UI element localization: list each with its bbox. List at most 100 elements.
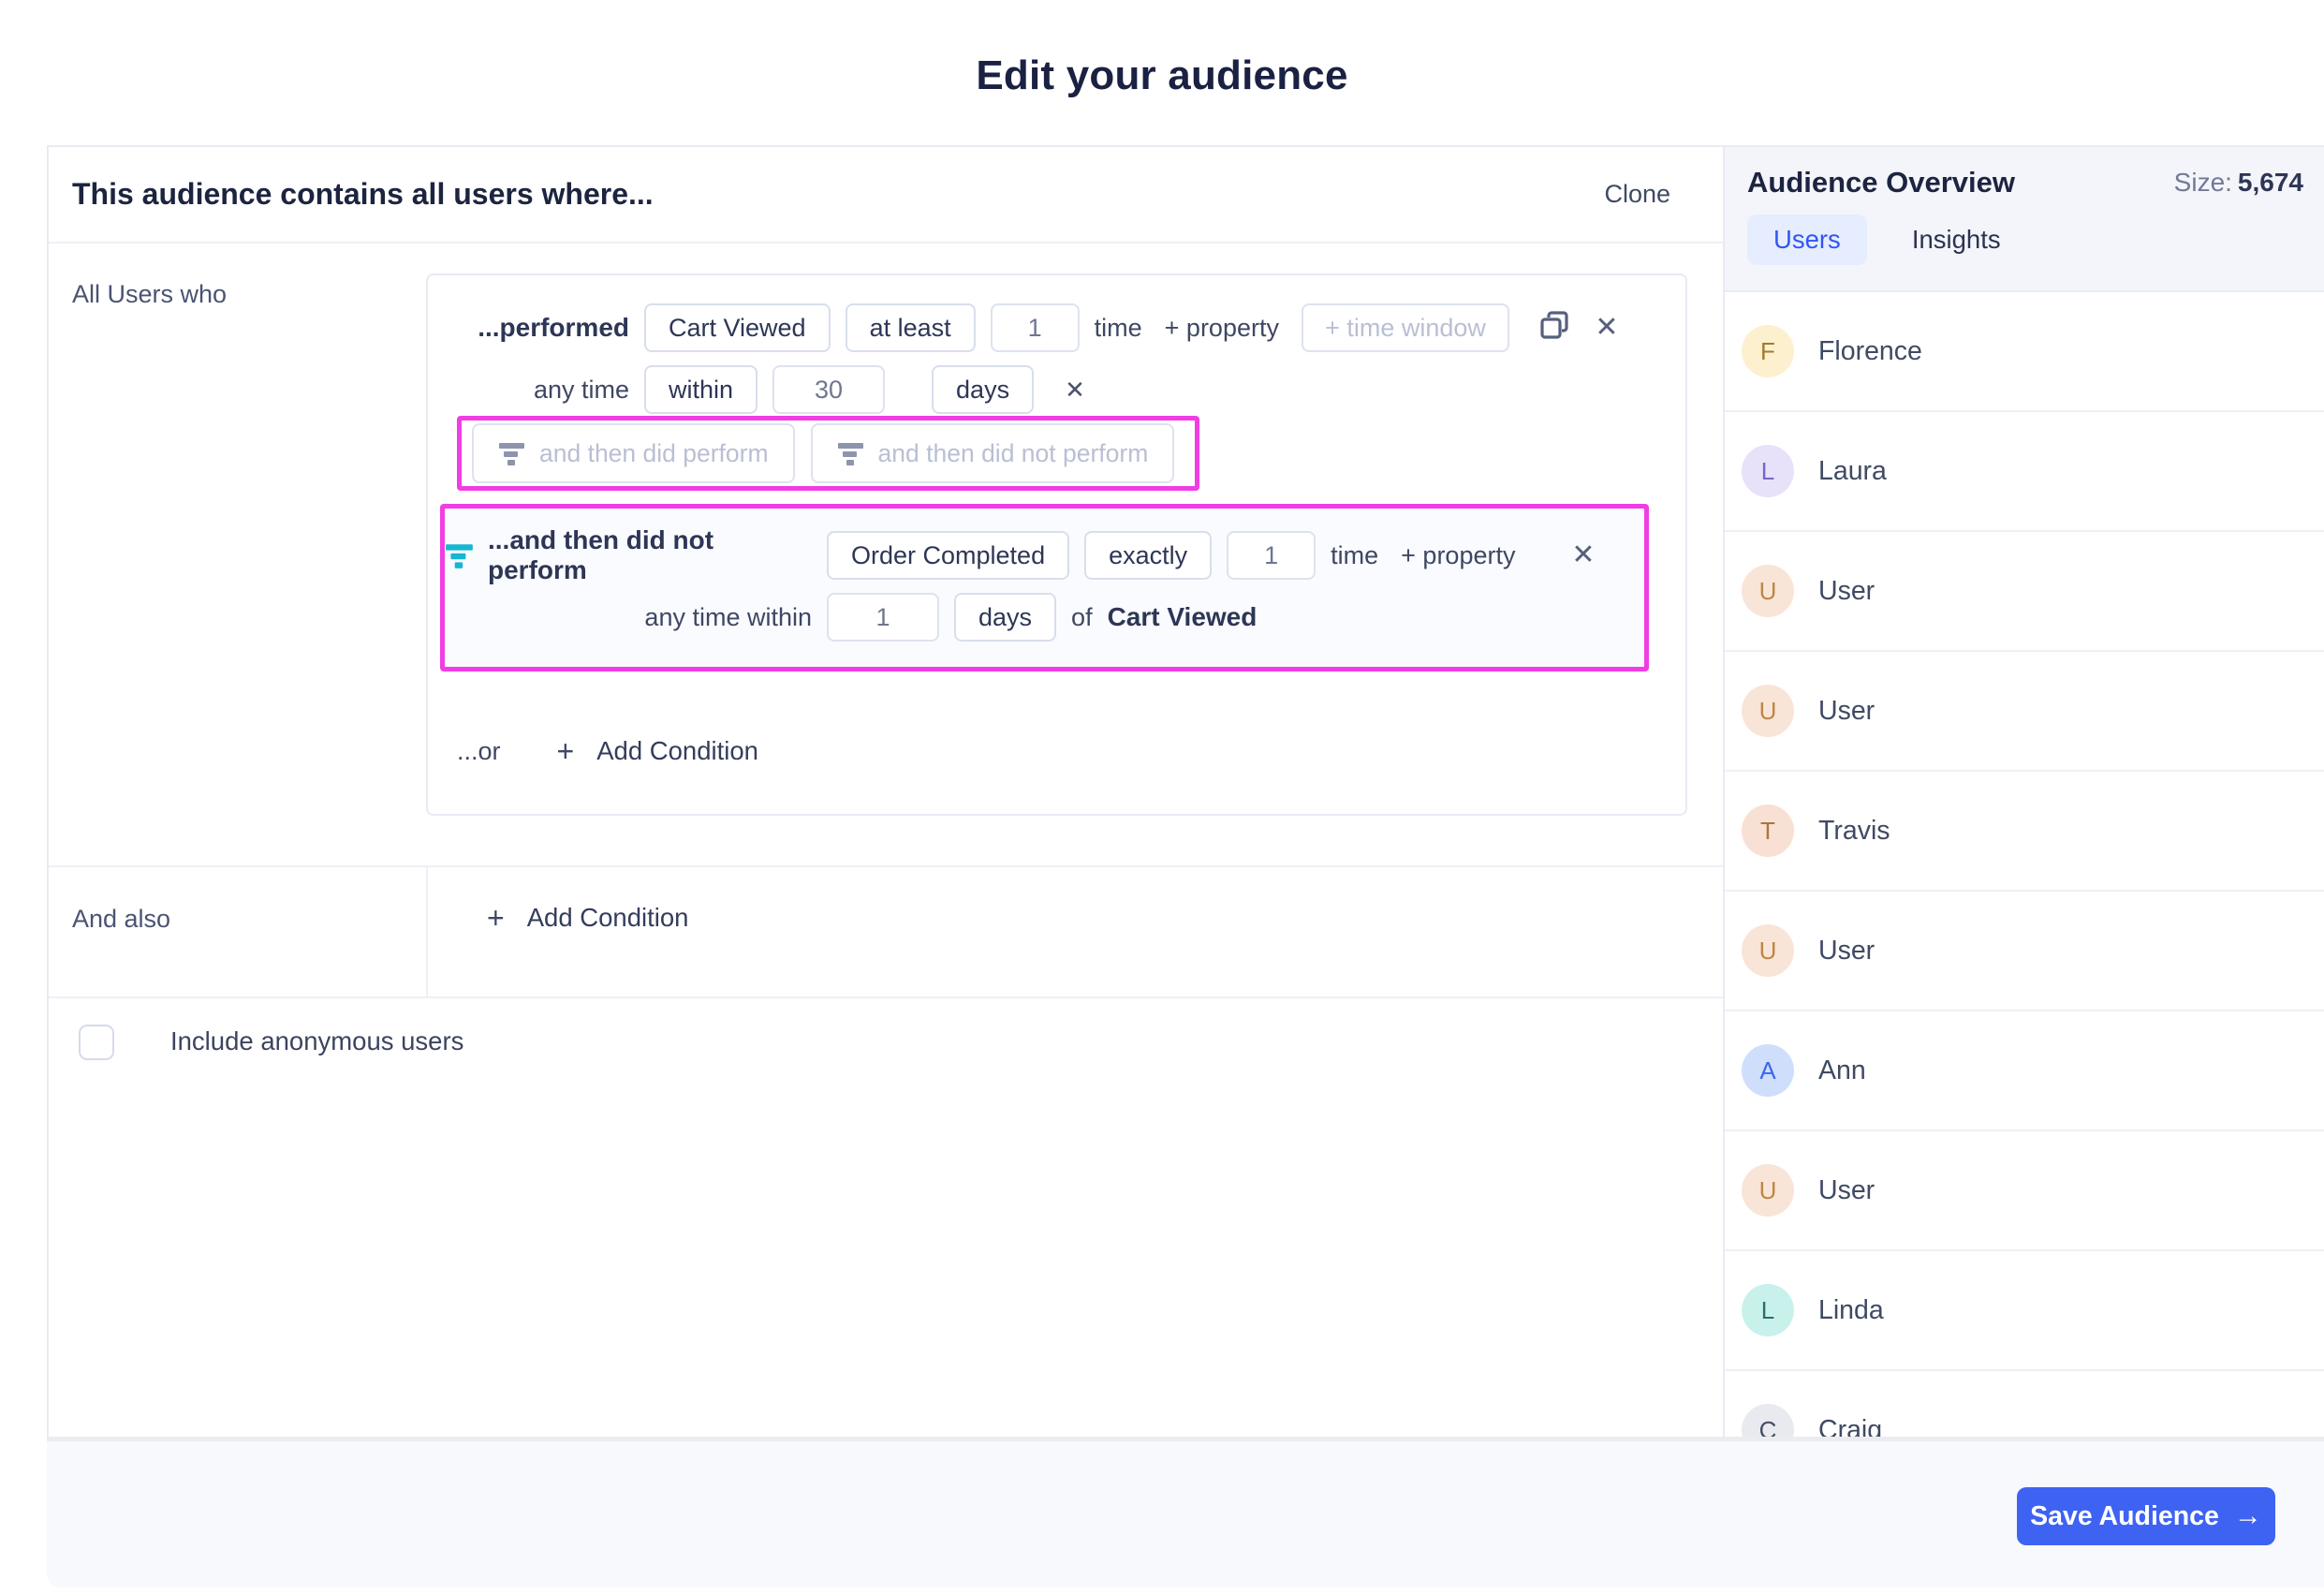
sub-event-select[interactable]: Order Completed (827, 531, 1070, 580)
close-icon: ✕ (1065, 376, 1085, 404)
audience-size: Size: 5,674 (2174, 168, 2303, 198)
size-label: Size: (2173, 168, 2232, 197)
and-also-add-condition-button[interactable]: + Add Condition (487, 903, 688, 933)
page-title: Edit your audience (976, 52, 1348, 98)
sub-count-input[interactable]: 1 (1227, 531, 1316, 580)
avatar: U (1742, 924, 1794, 977)
audience-overview-sidebar: Audience Overview Size: 5,674 Users Insig… (1723, 147, 2324, 1437)
divider (426, 867, 428, 996)
event-select[interactable]: Cart Viewed (644, 303, 831, 352)
save-audience-button[interactable]: Save Audience → (2017, 1487, 2275, 1545)
sidebar-header: Audience Overview Size: 5,674 Users Insig… (1725, 147, 2324, 292)
editor-header-title: This audience contains all users where..… (72, 177, 654, 211)
time-window-input[interactable]: + time window (1301, 303, 1509, 352)
include-anonymous-label: Include anonymous users (170, 1026, 464, 1055)
sub-time-value-input[interactable]: 1 (827, 593, 939, 642)
avatar: L (1742, 1284, 1794, 1336)
avatar: T (1742, 804, 1794, 857)
and-also-label: And also (72, 905, 171, 933)
user-name: Craig (1818, 1414, 1883, 1438)
add-condition-button[interactable]: Add Condition (596, 736, 758, 766)
clone-button[interactable]: Clone (1604, 180, 1670, 209)
or-row: ...or + Add Condition (457, 725, 758, 777)
condition-group-card: ...performed Cart Viewed at least 1 time… (426, 273, 1687, 816)
sidebar-title: Audience Overview (1747, 166, 2016, 199)
sub-time-unit-select[interactable]: days (954, 593, 1057, 642)
sub-condition-highlight: ...and then did not perform Order Comple… (440, 504, 1649, 672)
performed-label: ...performed (478, 313, 629, 342)
remove-condition-button[interactable]: ✕ (1588, 309, 1625, 347)
and-then-did-perform-label: and then did perform (539, 438, 769, 467)
close-icon: ✕ (1595, 312, 1619, 343)
time-window-row: any time within 30 days ✕ (428, 365, 1685, 414)
remove-time-window-button[interactable]: ✕ (1056, 371, 1094, 408)
user-name: User (1818, 935, 1875, 966)
avatar: C (1742, 1404, 1794, 1437)
count-input[interactable]: 1 (990, 303, 1080, 352)
sub-condition-time-row: any time within 1 days of Cart Viewed (445, 593, 1644, 642)
editor-footer: Save Audience → (47, 1437, 2324, 1587)
sequence-suggestions-highlight: and then did perform and then did not pe… (457, 416, 1199, 491)
avatar: F (1742, 325, 1794, 377)
plus-icon: + (556, 734, 575, 768)
remove-sub-condition-button[interactable]: ✕ (1565, 537, 1602, 574)
time-unit-select[interactable]: days (932, 365, 1035, 414)
list-item[interactable]: C Craig (1725, 1371, 2324, 1437)
sub-condition-row: ...and then did not perform Order Comple… (445, 525, 1644, 584)
avatar: U (1742, 685, 1794, 737)
reference-event-label: Cart Viewed (1107, 602, 1258, 631)
anonymous-users-section: Include anonymous users (49, 996, 1723, 1184)
sub-operator-select[interactable]: exactly (1084, 531, 1213, 580)
user-name: User (1818, 1174, 1875, 1205)
performed-condition-row: ...performed Cart Viewed at least 1 time… (428, 303, 1685, 352)
edit-audience-page: Edit your audience This audience contain… (0, 0, 2324, 1594)
time-comparator-select[interactable]: within (644, 365, 758, 414)
size-value: 5,674 (2237, 168, 2303, 197)
tab-users[interactable]: Users (1747, 214, 1867, 265)
avatar: U (1742, 565, 1794, 617)
list-item[interactable]: T Travis (1725, 772, 2324, 892)
sub-any-time-label: any time within (644, 602, 812, 631)
sub-condition-label: ...and then did not perform (488, 525, 714, 584)
list-item[interactable]: A Ann (1725, 1011, 2324, 1131)
operator-select[interactable]: at least (845, 303, 976, 352)
any-time-label: any time (533, 375, 629, 404)
save-audience-label: Save Audience (2030, 1500, 2219, 1531)
avatar: L (1742, 445, 1794, 497)
of-label: of (1071, 602, 1093, 631)
list-item[interactable]: U User (1725, 892, 2324, 1011)
editor-main-panel: This audience contains all users where..… (49, 147, 1723, 1437)
filter-lines-icon-cyan (445, 543, 475, 568)
user-name: User (1818, 575, 1875, 606)
sidebar-tabs: Users Insights (1747, 214, 2303, 265)
user-list: F Florence L Laura U User U User T Travis U User A An… (1725, 292, 2324, 1437)
list-item[interactable]: U User (1725, 652, 2324, 772)
list-item[interactable]: U User (1725, 1131, 2324, 1251)
close-icon: ✕ (1571, 539, 1596, 570)
user-name: User (1818, 695, 1875, 726)
or-label: ...or (457, 736, 501, 765)
and-then-did-not-perform-button[interactable]: and then did not perform (810, 423, 1175, 483)
avatar: A (1742, 1044, 1794, 1097)
list-item[interactable]: L Linda (1725, 1251, 2324, 1371)
editor-header: This audience contains all users where..… (49, 147, 1723, 244)
duplicate-condition-button[interactable] (1536, 309, 1573, 347)
sub-count-suffix: time (1331, 540, 1379, 569)
and-then-did-perform-button[interactable]: and then did perform (472, 423, 795, 483)
tab-insights[interactable]: Insights (1912, 225, 2001, 255)
user-name: Travis (1818, 815, 1890, 846)
arrow-right-icon: → (2233, 1500, 2262, 1531)
list-item[interactable]: L Laura (1725, 412, 2324, 532)
user-name: Laura (1818, 455, 1887, 486)
include-anonymous-checkbox[interactable] (79, 1025, 114, 1060)
audience-editor-card: This audience contains all users where..… (47, 145, 2324, 1437)
time-value-input[interactable]: 30 (772, 365, 886, 414)
list-item[interactable]: U User (1725, 532, 2324, 652)
list-item[interactable]: F Florence (1725, 292, 2324, 412)
user-name: Ann (1818, 1055, 1866, 1085)
add-property-button[interactable]: + property (1165, 314, 1279, 343)
filter-lines-icon (837, 442, 865, 465)
all-users-label: All Users who (72, 280, 228, 308)
sub-add-property-button[interactable]: + property (1401, 541, 1515, 570)
and-also-add-condition-label: Add Condition (526, 903, 689, 932)
